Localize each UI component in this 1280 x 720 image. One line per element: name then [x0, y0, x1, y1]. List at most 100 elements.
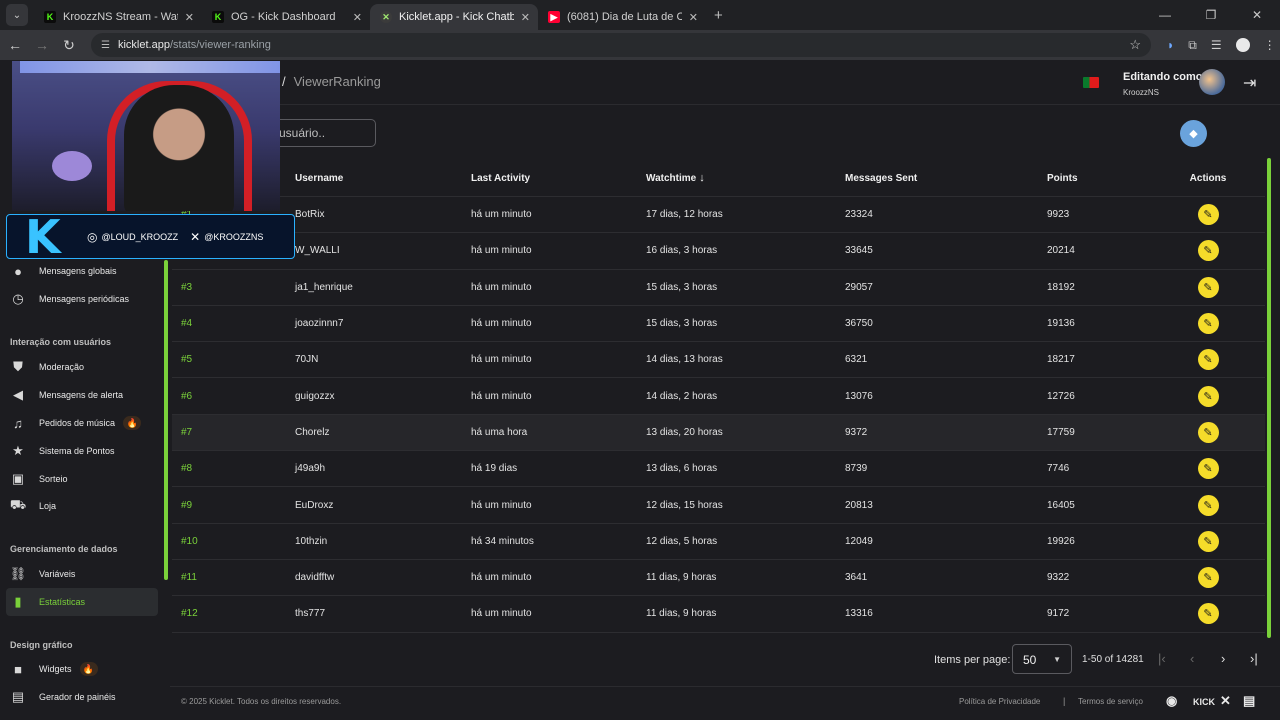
close-icon[interactable]: ✕	[521, 11, 530, 24]
browser-tab-1[interactable]: K KroozzNS Stream - Watch Live ✕	[34, 4, 202, 30]
sidebar-item-widgets[interactable]: ■ Widgets 🔥	[6, 655, 158, 683]
eraser-icon[interactable]: ◆	[1180, 120, 1207, 147]
extension-icon[interactable]: ◗	[1167, 38, 1174, 52]
username-cell: davidfftw	[295, 572, 335, 584]
username-cell: 70JN	[295, 354, 319, 366]
browser-tab-3[interactable]: ✕ Kicklet.app - Kick Chatbot and ✕	[370, 4, 538, 30]
address-bar[interactable]: ☰ kicklet.app/stats/viewer-ranking ☆	[91, 33, 1151, 57]
sidebar-scrollbar[interactable]	[164, 260, 168, 580]
discord-icon[interactable]: ◉	[1166, 693, 1177, 709]
x-handle: ✕ @KROOZZNS	[190, 230, 263, 244]
logout-icon[interactable]: ⇥	[1243, 73, 1256, 93]
next-page-icon[interactable]: ›	[1221, 651, 1225, 666]
edit-pencil-icon[interactable]: ✎	[1197, 494, 1219, 516]
streamer	[124, 85, 234, 211]
sidebar-item-label: Sorteio	[39, 474, 68, 484]
sidebar-item-variables[interactable]: ⛓ Variáveis	[6, 560, 158, 588]
first-page-icon[interactable]: |‹	[1158, 651, 1166, 666]
last-page-icon[interactable]: ›|	[1250, 651, 1258, 666]
edit-pencil-icon[interactable]: ✎	[1197, 313, 1219, 335]
terms-link[interactable]: Termos de serviço	[1078, 697, 1143, 706]
sidebar-item-giveaway[interactable]: ▣ Sorteio	[6, 465, 158, 493]
youtube-logo-icon: ▶	[548, 11, 560, 23]
actions-cell: ✎	[1169, 421, 1247, 443]
restore-icon[interactable]: ❐	[1188, 8, 1234, 22]
username-cell: EuDroxz	[295, 499, 334, 511]
edit-pencil-icon[interactable]: ✎	[1197, 567, 1219, 589]
x-text: @KROOZZNS	[204, 231, 264, 242]
sidebar-item-statistics[interactable]: ▮ Estatísticas	[6, 588, 158, 616]
points-cell: 9172	[1047, 608, 1070, 620]
table-header: Username Last Activity Watchtime ↓ Messag…	[172, 160, 1265, 197]
close-window-icon[interactable]: ✕	[1234, 8, 1280, 22]
last-activity-header[interactable]: Last Activity	[471, 173, 646, 184]
sidebar-item-alert-messages[interactable]: ◀ Mensagens de alerta	[6, 381, 158, 409]
reading-list-icon[interactable]: ☰	[1211, 38, 1222, 52]
watchtime-cell: 11 dias, 9 horas	[646, 608, 717, 620]
username-header[interactable]: Username	[295, 173, 471, 184]
points-header[interactable]: Points	[1047, 173, 1169, 184]
new-tab-button[interactable]: +	[714, 7, 723, 24]
site-info-icon[interactable]: ☰	[101, 40, 110, 51]
close-icon[interactable]: ✕	[353, 11, 362, 24]
kick-link[interactable]: KICK	[1193, 697, 1215, 707]
watchtime-cell: 14 dias, 2 horas	[646, 390, 718, 402]
edit-pencil-icon[interactable]: ✎	[1197, 385, 1219, 407]
sidebar-item-panel-generator[interactable]: ▤ Gerador de painéis	[6, 683, 158, 711]
close-icon[interactable]: ✕	[689, 11, 698, 24]
star-icon: ★	[12, 443, 24, 458]
social-handles-overlay: K ◎ @LOUD_KROOZZ ✕ @KROOZZNS	[6, 214, 295, 260]
sidebar-item-music-requests[interactable]: ♫ Pedidos de música 🔥	[6, 409, 158, 437]
points-cell: 7746	[1047, 463, 1070, 475]
sidebar-item-periodic-messages[interactable]: ◷ Mensagens periódicas	[6, 285, 158, 313]
browser-tab-2[interactable]: K OG - Kick Dashboard ✕	[202, 4, 370, 30]
bookmark-star-icon[interactable]: ☆	[1129, 37, 1141, 53]
table-body: #1BotRixhá um minuto17 dias, 12 horas233…	[172, 197, 1265, 633]
webcam-overlay	[12, 61, 280, 211]
x-icon: ✕	[190, 229, 201, 244]
sidebar-item-moderation[interactable]: ⛊ Moderação	[6, 353, 158, 381]
edit-pencil-icon[interactable]: ✎	[1197, 530, 1219, 552]
close-icon[interactable]: ✕	[185, 11, 194, 24]
puzzle-icon[interactable]: ⧉	[1188, 38, 1197, 53]
edit-pencil-icon[interactable]: ✎	[1197, 240, 1219, 262]
points-cell: 18192	[1047, 281, 1075, 293]
items-per-page-select[interactable]: 50 ▼	[1012, 644, 1072, 674]
rank-cell: #4	[181, 318, 193, 330]
points-cell: 20214	[1047, 245, 1075, 257]
more-menu-icon[interactable]: ⋮	[1264, 38, 1276, 52]
items-per-page-value: 50	[1023, 653, 1037, 667]
language-flag-icon[interactable]	[1083, 77, 1099, 88]
last-activity-cell: há um minuto	[471, 608, 532, 620]
edit-pencil-icon[interactable]: ✎	[1197, 349, 1219, 371]
edit-pencil-icon[interactable]: ✎	[1197, 458, 1219, 480]
tab-search-button[interactable]: ⌄	[6, 4, 28, 26]
watchtime-header[interactable]: Watchtime ↓	[646, 172, 845, 184]
watchtime-cell: 14 dias, 13 horas	[646, 354, 723, 366]
edit-pencil-icon[interactable]: ✎	[1197, 204, 1219, 226]
edit-pencil-icon[interactable]: ✎	[1197, 276, 1219, 298]
edit-pencil-icon[interactable]: ✎	[1197, 421, 1219, 443]
forward-icon[interactable]: →	[30, 37, 54, 53]
browser-tab-4[interactable]: ▶ (6081) Dia de Luta de Charles O ✕	[538, 4, 706, 30]
profile-avatar[interactable]	[1235, 38, 1250, 52]
rank-cell: #8	[181, 463, 193, 475]
sidebar-item-shop[interactable]: ⛟ Loja	[6, 492, 158, 520]
privacy-link[interactable]: Política de Privacidade	[959, 697, 1040, 706]
table-scrollbar[interactable]	[1267, 158, 1271, 638]
edit-pencil-icon[interactable]: ✎	[1197, 603, 1219, 625]
messages-cell: 23324	[845, 209, 873, 221]
points-cell: 9923	[1047, 209, 1070, 221]
reload-icon[interactable]: ↻	[57, 37, 81, 54]
prev-page-icon[interactable]: ‹	[1190, 651, 1194, 666]
messages-header[interactable]: Messages Sent	[845, 173, 1047, 184]
x-icon[interactable]: ✕	[1220, 693, 1231, 709]
back-icon[interactable]: ←	[3, 37, 27, 53]
sidebar-item-label: Mensagens periódicas	[39, 294, 130, 304]
points-cell: 19136	[1047, 318, 1075, 330]
sidebar-item-points-system[interactable]: ★ Sistema de Pontos	[6, 437, 158, 465]
document-icon[interactable]: ▤	[1243, 693, 1255, 709]
avatar[interactable]	[1199, 69, 1225, 95]
minimize-icon[interactable]: —	[1142, 8, 1188, 22]
browser-tab-strip: ⌄ K KroozzNS Stream - Watch Live ✕ K OG …	[0, 0, 1280, 30]
